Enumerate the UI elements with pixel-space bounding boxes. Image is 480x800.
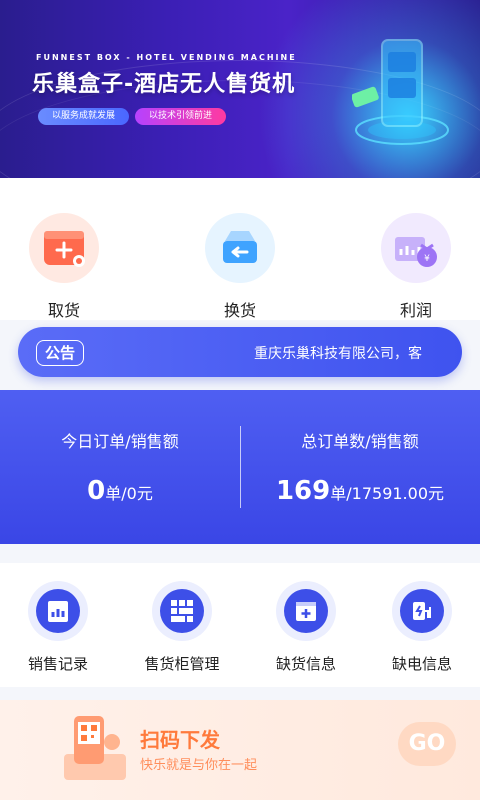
- money-bag-icon: ¥: [381, 213, 451, 283]
- today-amount: 0元: [126, 484, 153, 503]
- banner-tag: 以服务成就发展: [38, 108, 130, 125]
- announcement-text: 重庆乐巢科技有限公司，客: [254, 346, 422, 362]
- banner-tag: 以技术引领前进: [135, 108, 227, 125]
- announcement-bar[interactable]: 公告 重庆乐巢科技有限公司，客: [18, 327, 462, 377]
- grid-item-sales-records[interactable]: 销售记录: [8, 581, 108, 674]
- grid-item-cabinet-management[interactable]: 售货柜管理: [132, 581, 232, 674]
- total-stats-value: 169单/17591.00元: [240, 476, 480, 506]
- banner-title: 乐巢盒子-酒店无人售货机: [32, 72, 296, 97]
- box-plus-icon: [29, 213, 99, 283]
- grid-item-label: 销售记录: [27, 655, 88, 673]
- total-orders-unit: 单/: [330, 484, 352, 503]
- total-amount: 17591.00元: [351, 484, 445, 503]
- charger-icon: [392, 581, 452, 641]
- today-stats: 今日订单/销售额 0单/0元: [0, 390, 240, 544]
- hero-banner[interactable]: FUNNEST BOX - HOTEL VENDING MACHINE 乐巢盒子…: [0, 0, 480, 178]
- banner-subtitle: FUNNEST BOX - HOTEL VENDING MACHINE: [36, 53, 297, 62]
- sales-stats-panel: 今日订单/销售额 0单/0元 总订单数/销售额 169单/17591.00元: [0, 390, 480, 544]
- go-button[interactable]: GO: [398, 722, 456, 766]
- action-profit[interactable]: ¥ 利润: [376, 213, 456, 321]
- grid-item-label: 缺电信息: [391, 655, 452, 673]
- grid-item-out-of-stock[interactable]: 缺货信息: [256, 581, 356, 674]
- box-add-icon: [276, 581, 336, 641]
- today-orders-unit: 单/: [105, 484, 127, 503]
- qr-phone-illustration: [64, 716, 126, 780]
- grid-item-label: 售货柜管理: [144, 655, 220, 673]
- scan-title: 扫码下发: [140, 728, 220, 752]
- banner-tags: 以服务成就发展 以技术引领前进: [38, 108, 227, 125]
- grid-item-low-power[interactable]: 缺电信息: [372, 581, 472, 674]
- cabinet-grid-icon: [152, 581, 212, 641]
- total-stats-title: 总订单数/销售额: [301, 432, 419, 451]
- today-orders: 0: [87, 476, 106, 506]
- today-stats-title: 今日订单/销售额: [61, 432, 179, 451]
- grid-item-label: 缺货信息: [275, 655, 336, 673]
- action-profit-label: 利润: [399, 301, 432, 320]
- quick-actions: 取货 换货 ¥ 利润: [0, 178, 480, 320]
- tray-return-icon: [205, 213, 275, 283]
- today-stats-value: 0单/0元: [0, 476, 240, 506]
- action-exchange-label: 换货: [223, 301, 256, 320]
- clipboard-chart-icon: [28, 581, 88, 641]
- action-exchange[interactable]: 换货: [200, 213, 280, 321]
- scan-promo-banner[interactable]: 扫码下发 快乐就是与你在一起 GO: [0, 700, 480, 800]
- total-orders: 169: [275, 476, 331, 506]
- action-pickup[interactable]: 取货: [24, 213, 104, 321]
- function-grid: 销售记录 售货柜管理 缺货信息 缺电信息: [0, 563, 480, 687]
- scan-subtitle: 快乐就是与你在一起: [140, 758, 258, 773]
- svg-text:¥: ¥: [424, 254, 430, 264]
- action-pickup-label: 取货: [47, 301, 80, 320]
- total-stats: 总订单数/销售额 169单/17591.00元: [240, 390, 480, 544]
- vending-machine-illustration: [352, 39, 449, 145]
- announcement-badge: 公告: [36, 340, 85, 366]
